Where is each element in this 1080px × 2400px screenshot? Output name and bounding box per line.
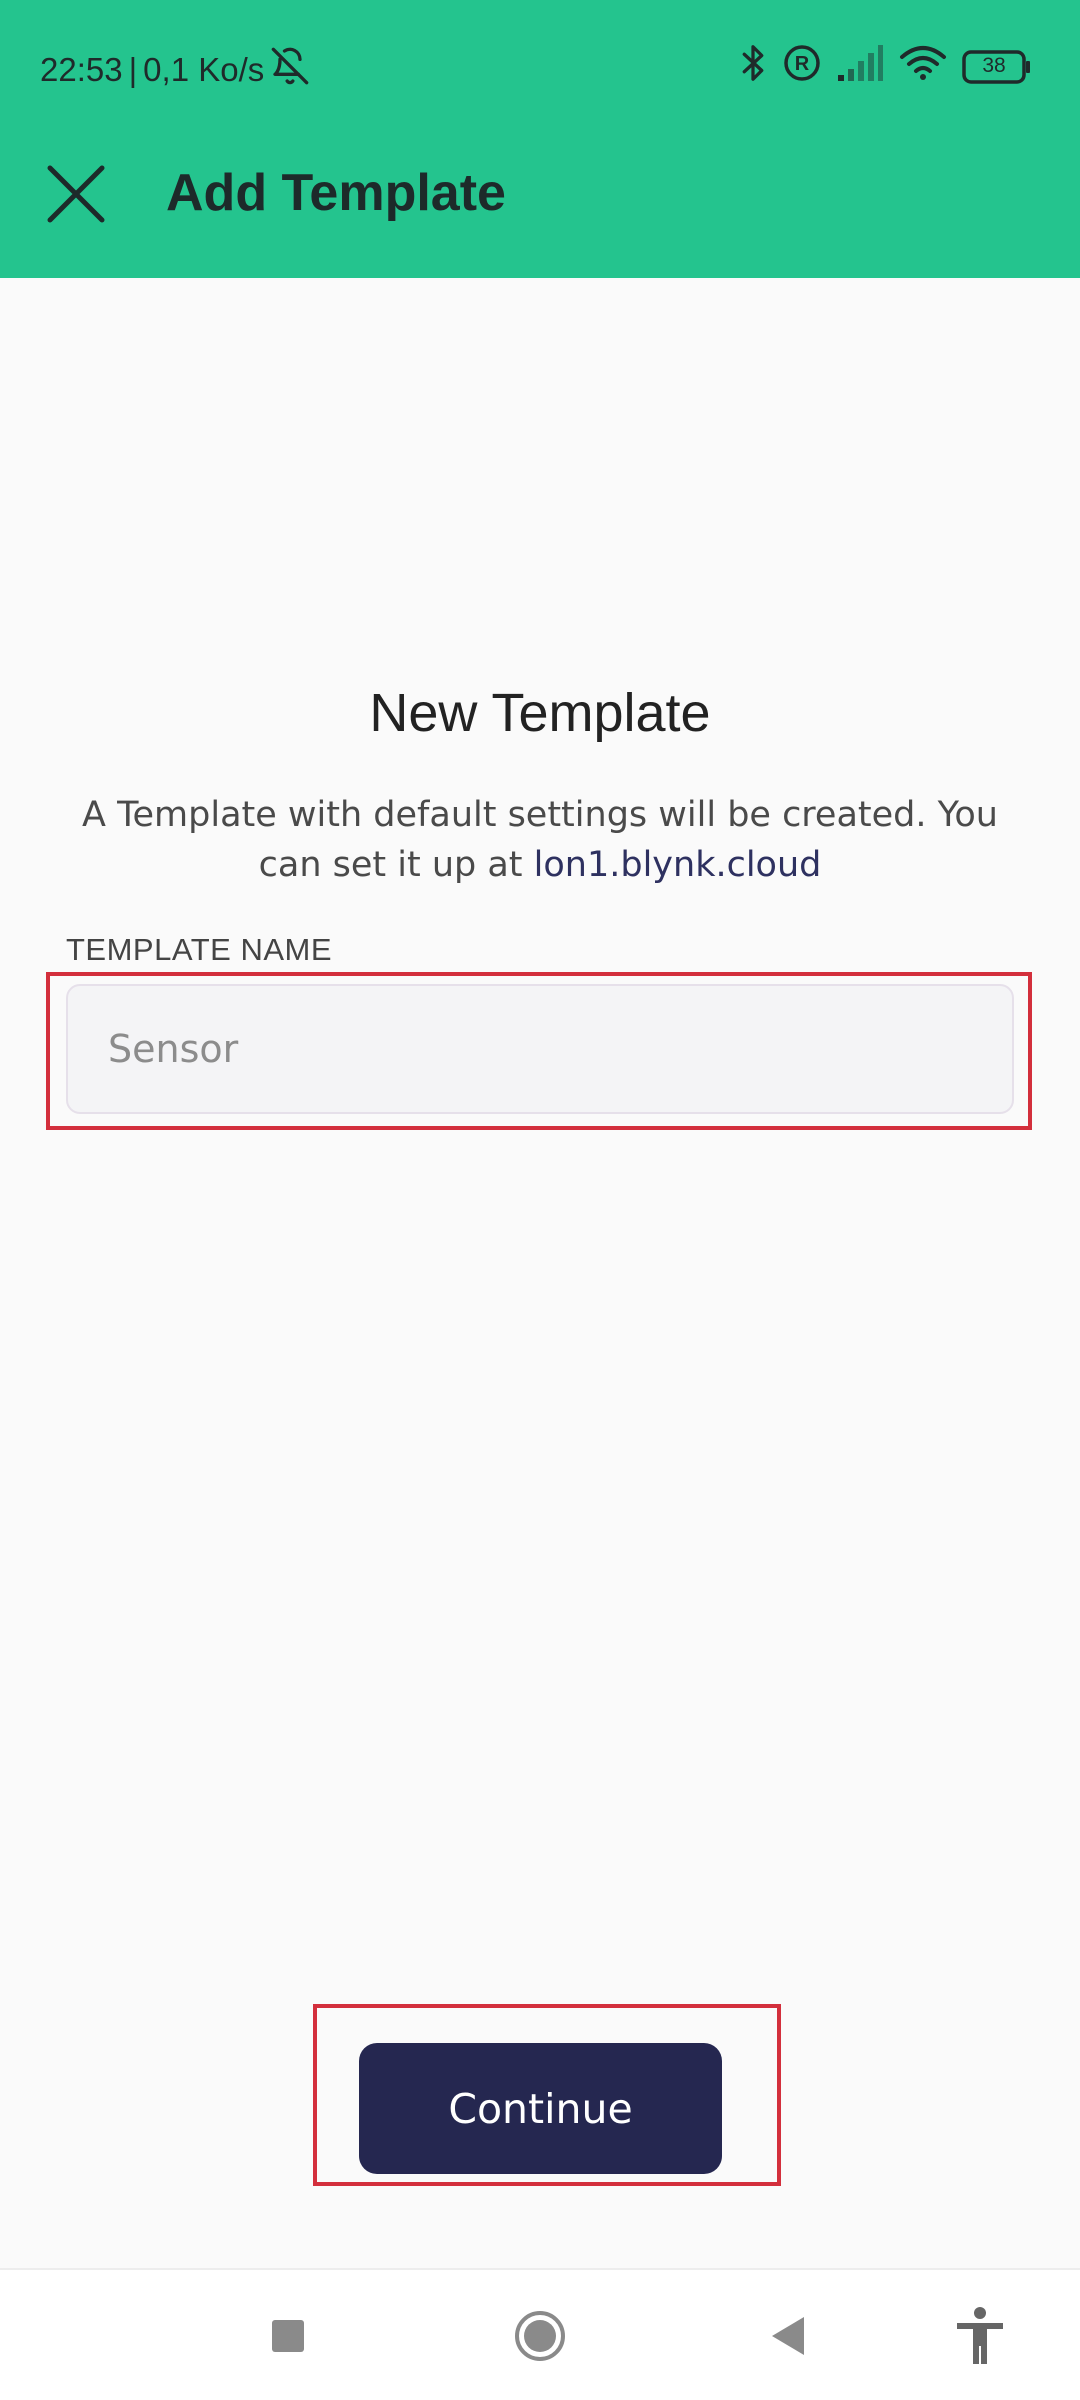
- status-time: 22:53: [40, 51, 123, 88]
- close-button[interactable]: [36, 154, 116, 234]
- navigation-bar: [0, 2268, 1080, 2400]
- template-name-input[interactable]: [66, 984, 1014, 1114]
- network-speed: 0,1 Ko/s: [143, 51, 265, 88]
- back-icon: [772, 2317, 804, 2355]
- page-title: Add Template: [166, 164, 506, 222]
- accessibility-icon: [957, 2307, 1003, 2364]
- battery-icon: 38: [962, 50, 1032, 84]
- bluetooth-icon: [738, 42, 768, 92]
- section-heading: New Template: [369, 683, 711, 743]
- status-bar: 22:53 | 0,1 Ko/s R 38: [0, 0, 1080, 130]
- back-button[interactable]: [728, 2270, 848, 2400]
- svg-text:R: R: [795, 53, 810, 75]
- wifi-icon: [898, 43, 948, 91]
- app-header: 22:53 | 0,1 Ko/s R 38 Add Template: [0, 0, 1080, 278]
- battery-level: 38: [982, 54, 1006, 77]
- server-link[interactable]: lon1.blynk.cloud: [534, 845, 822, 885]
- template-name-label: TEMPLATE NAME: [66, 932, 333, 967]
- home-icon: [515, 2311, 565, 2361]
- signal-icon: [836, 43, 884, 91]
- description: A Template with default settings will be…: [60, 790, 1020, 890]
- notifications-muted-icon: [270, 46, 310, 94]
- status-right: R 38: [738, 42, 1032, 92]
- accessibility-button[interactable]: [920, 2270, 1040, 2400]
- recents-button[interactable]: [228, 2270, 348, 2400]
- close-icon: [47, 165, 105, 223]
- app-bar: Add Template: [0, 130, 1080, 278]
- status-separator: |: [128, 51, 138, 88]
- continue-button[interactable]: Continue: [359, 2043, 722, 2174]
- home-button[interactable]: [480, 2270, 600, 2400]
- registered-icon: R: [782, 43, 822, 91]
- recents-icon: [272, 2320, 304, 2352]
- status-left: 22:53 | 0,1 Ko/s: [40, 46, 310, 94]
